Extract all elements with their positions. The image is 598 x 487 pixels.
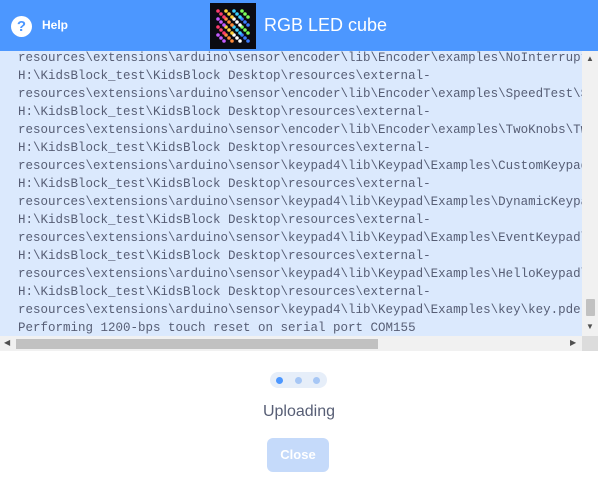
scroll-down-arrow-icon[interactable]: ▼ xyxy=(586,322,594,332)
progress-dot xyxy=(313,377,320,384)
log-line: resources\extensions\arduino\sensor\enco… xyxy=(18,51,582,65)
log-line: resources\extensions\arduino\sensor\keyp… xyxy=(18,159,582,173)
log-line: H:\KidsBlock_test\KidsBlock Desktop\reso… xyxy=(18,105,431,119)
log-line: resources\extensions\arduino\sensor\enco… xyxy=(18,87,582,101)
upload-log-console[interactable]: resources\extensions\arduino\sensor\enco… xyxy=(0,51,582,336)
log-line: resources\extensions\arduino\sensor\enco… xyxy=(18,123,582,137)
vertical-scrollbar[interactable]: ▲ ▼ xyxy=(582,51,598,336)
horizontal-scroll-thumb[interactable] xyxy=(16,339,378,349)
upload-status-text: Uploading xyxy=(262,403,336,420)
led-cube-thumbnail-icon xyxy=(210,3,256,49)
log-line: Performing 1200-bps touch reset on seria… xyxy=(18,321,416,335)
log-line: resources\extensions\arduino\sensor\keyp… xyxy=(18,231,582,245)
close-button[interactable]: Close xyxy=(267,438,329,472)
scrollbar-corner xyxy=(582,336,598,351)
scroll-up-arrow-icon[interactable]: ▲ xyxy=(586,54,594,64)
log-line: H:\KidsBlock_test\KidsBlock Desktop\reso… xyxy=(18,213,431,227)
log-line: resources\extensions\arduino\sensor\keyp… xyxy=(18,267,582,281)
log-lines: resources\extensions\arduino\sensor\enco… xyxy=(18,51,582,336)
log-line: resources\extensions\arduino\sensor\keyp… xyxy=(18,303,581,317)
dialog-header: ? Help RGB LED cube xyxy=(0,0,598,51)
help-icon[interactable]: ? xyxy=(11,16,32,37)
log-line: H:\KidsBlock_test\KidsBlock Desktop\reso… xyxy=(18,285,431,299)
progress-dot xyxy=(295,377,302,384)
progress-dot xyxy=(276,377,283,384)
log-line: H:\KidsBlock_test\KidsBlock Desktop\reso… xyxy=(18,177,431,191)
scroll-right-arrow-icon[interactable]: ▶ xyxy=(570,338,576,348)
help-link[interactable]: Help xyxy=(42,18,68,32)
log-line: resources\extensions\arduino\sensor\keyp… xyxy=(18,195,582,209)
scroll-left-arrow-icon[interactable]: ◀ xyxy=(4,338,10,348)
log-line: H:\KidsBlock_test\KidsBlock Desktop\reso… xyxy=(18,69,431,83)
vertical-scroll-thumb[interactable] xyxy=(586,299,595,316)
dialog-title: RGB LED cube xyxy=(264,15,388,35)
log-line: H:\KidsBlock_test\KidsBlock Desktop\reso… xyxy=(18,141,431,155)
log-line: H:\KidsBlock_test\KidsBlock Desktop\reso… xyxy=(18,249,431,263)
